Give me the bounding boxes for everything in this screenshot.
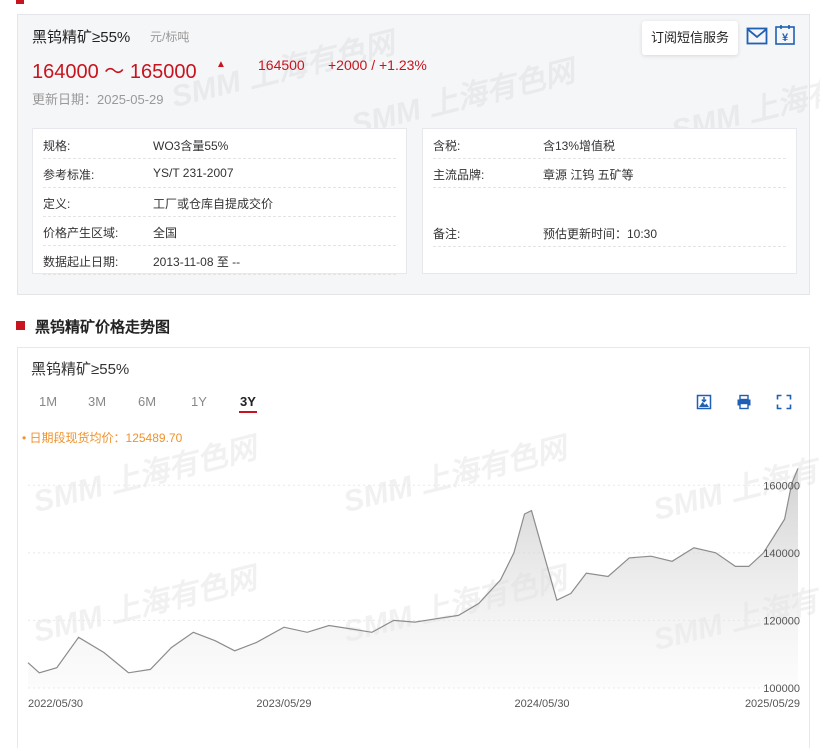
y-tick-label: 160000 [763,480,800,492]
x-tick-label: 2025/05/29 [745,698,800,710]
price-trend-chart: 2022/05/30 2023/05/29 2024/05/30 2025/05/29… [27,468,800,710]
y-tick-label: 140000 [763,548,800,560]
y-tick-label: 120000 [763,615,800,627]
y-tick-label: 100000 [763,683,800,695]
x-tick-label: 2023/05/29 [256,698,311,710]
price-area [28,468,798,688]
x-tick-label: 2024/05/30 [515,698,570,710]
x-tick-label: 2022/05/30 [28,698,83,710]
